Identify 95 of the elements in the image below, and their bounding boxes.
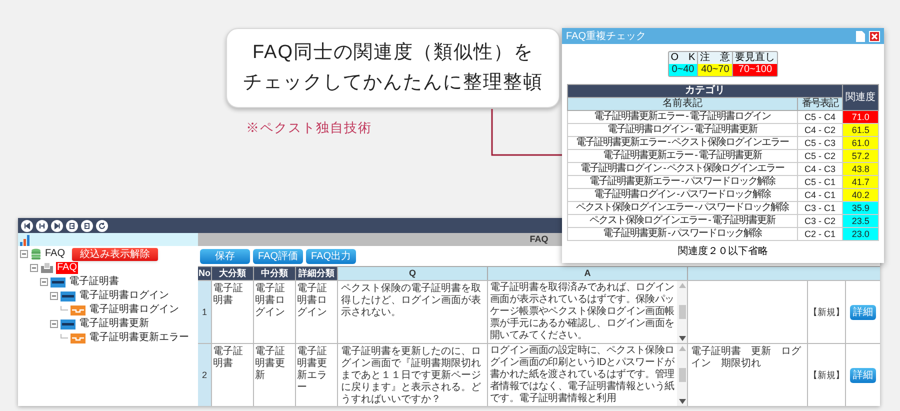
legend-label: 注 意 bbox=[699, 52, 732, 64]
table-cell: 電子証明書更新エラー - ペクスト保険ログインエラー bbox=[568, 136, 798, 150]
bar-chart-icon[interactable] bbox=[20, 235, 30, 246]
table-cell: 電子証明書ログイン bbox=[254, 281, 296, 343]
refresh-icon[interactable] bbox=[96, 220, 108, 232]
document-icon bbox=[70, 304, 86, 316]
table-cell: ペクスト保険ログインエラー - 電子証明書更新 bbox=[568, 214, 798, 228]
collapse-icon[interactable] bbox=[40, 278, 48, 286]
column-header: 大分類 bbox=[212, 267, 254, 280]
document-icon bbox=[70, 332, 86, 344]
table-cell: 電子証明書更新エラー - 電子証明書ログイン bbox=[568, 110, 798, 124]
table-cell: ペクスト保険の電子証明書を取得したけど、ログイン画面が表示されない。 bbox=[338, 281, 488, 343]
toolbar-button[interactable]: FAQ評価 bbox=[253, 248, 303, 264]
tree-item[interactable]: 電子証明書 bbox=[68, 276, 120, 288]
callout-text: チェックしてかんたんに整理整頓 bbox=[243, 71, 543, 95]
collapse-icon[interactable] bbox=[50, 292, 58, 300]
score-cell: 35.9 bbox=[842, 202, 878, 214]
table-cell: 電子証明書ログイン bbox=[296, 281, 338, 343]
note-text: ※ペクスト独自技術 bbox=[246, 119, 372, 137]
tray-icon bbox=[40, 262, 54, 274]
legend-label: O K bbox=[670, 52, 696, 64]
table-cell: C2 - C1 bbox=[797, 228, 843, 240]
table-cell: 電子証明書ログイン - ペクスト保険ログインエラー bbox=[568, 162, 798, 176]
next-icon[interactable] bbox=[51, 220, 63, 232]
panel-title: FAQ bbox=[530, 232, 548, 246]
prev-icon[interactable] bbox=[36, 220, 48, 232]
table-cell: ペクスト保険ログインエラー - パスワードロック解除 bbox=[568, 202, 798, 214]
table-cell: 電子証明書 bbox=[212, 344, 254, 406]
collapse-icon[interactable] bbox=[50, 320, 58, 328]
score-cell: 23.0 bbox=[842, 228, 878, 240]
tree-item[interactable]: FAQ bbox=[44, 248, 66, 260]
table-cell: 電子証明書を更新したのに、ログイン画面で『証明書期限切れまであと１１日です更新ページに戻ります』と表示される。どうすればいいですか？ bbox=[338, 344, 488, 406]
scroll-down-icon[interactable] bbox=[678, 399, 686, 404]
score-cell: 40.2 bbox=[842, 188, 878, 202]
legend-range: 70~100 bbox=[733, 64, 778, 76]
column-header: Q bbox=[338, 267, 488, 280]
collapse-icon[interactable] bbox=[30, 264, 38, 272]
table-cell: 電子証明書ログイン - パスワードロック解除 bbox=[568, 188, 798, 202]
table-cell: 電子証明書更新 - パスワードロック解除 bbox=[568, 228, 798, 240]
score-cell: 57.2 bbox=[842, 150, 878, 162]
keywords-cell: 電子証明書 更新 ログイン 期限切れ bbox=[688, 344, 808, 406]
group-header: カテゴリ bbox=[568, 84, 843, 98]
column-header: 関連度 bbox=[842, 84, 878, 110]
tree-item[interactable]: 電子証明書更新エラー bbox=[88, 332, 190, 344]
score-cell: 71.0 bbox=[842, 110, 878, 124]
score-cell: 61.5 bbox=[842, 124, 878, 136]
tree-item[interactable]: 電子証明書ログイン bbox=[78, 290, 170, 302]
row-number: 1 bbox=[198, 281, 212, 343]
column-header: 中分類 bbox=[254, 267, 296, 280]
column-header: 詳細分類 bbox=[296, 267, 338, 280]
legend-label: 要見直し bbox=[734, 52, 776, 64]
database-icon bbox=[30, 248, 42, 260]
tree-item[interactable]: FAQ bbox=[56, 262, 78, 274]
answer-text: 電子証明書を取得済みであれば、ログイン画面が表示されているはずです。保険パッケージ帳票やペクスト保険ログイン画面帳票が手元にあるか確認し、ログイン画面を開いてみてください。 bbox=[489, 281, 676, 343]
first-icon[interactable] bbox=[21, 220, 33, 232]
toolbar-button[interactable]: FAQ出力 bbox=[306, 248, 356, 264]
callout-text: FAQ同士の関連度（類似性）を bbox=[252, 41, 534, 65]
tree-item[interactable]: 電子証明書更新 bbox=[78, 318, 150, 330]
detail-button[interactable]: 詳細 bbox=[850, 304, 876, 320]
folder-icon bbox=[60, 318, 76, 330]
column-header: A bbox=[488, 267, 688, 280]
scrollbar[interactable] bbox=[677, 344, 687, 406]
row-number: 2 bbox=[198, 344, 212, 406]
column-header: 名前表記 bbox=[568, 98, 798, 110]
score-cell: 61.0 bbox=[842, 136, 878, 150]
folder-icon bbox=[60, 290, 76, 302]
tree-item[interactable]: 電子証明書ログイン bbox=[88, 304, 180, 316]
table-cell: 電子証明書ログイン - 電子証明書更新 bbox=[568, 124, 798, 136]
score-cell: 41.7 bbox=[842, 176, 878, 188]
table-cell: 電子証明書更新 bbox=[254, 344, 296, 406]
table-cell: 電子証明書 bbox=[212, 281, 254, 343]
score-cell: 23.5 bbox=[842, 214, 878, 228]
collapse-icon[interactable] bbox=[20, 250, 28, 258]
footer-note: 関連度２０以下省略 bbox=[677, 246, 769, 258]
scroll-thumb[interactable] bbox=[678, 368, 686, 382]
scroll-thumb[interactable] bbox=[678, 305, 686, 319]
scroll-down-icon[interactable] bbox=[678, 336, 686, 341]
legend-range: 0~40 bbox=[668, 64, 698, 76]
folder-icon bbox=[50, 276, 66, 288]
detail-button[interactable]: 詳細 bbox=[850, 368, 876, 382]
table-cell: 電子証明書更新エラー - パスワードロック解除 bbox=[568, 176, 798, 188]
answer-text: ログイン画面の設定時に、ペクスト保険ログイン画面の印刷というIDとパスワードが書かれた紙を渡されているはずです。管理者情報ではなく、電子証明書情報という紙です。電子証明書情報と利用 bbox=[489, 344, 676, 406]
status-cell: 【新規】 bbox=[808, 281, 846, 343]
legend-range: 40~70 bbox=[698, 64, 732, 76]
column-header: No bbox=[198, 267, 212, 280]
table-cell: 電子証明書更新エラー bbox=[296, 344, 338, 406]
status-cell: 【新規】 bbox=[808, 344, 846, 406]
table-cell: 電子証明書更新エラー - 電子証明書更新 bbox=[568, 150, 798, 162]
close-button[interactable] bbox=[869, 30, 880, 42]
dialog-title: FAQ重複チェック bbox=[566, 30, 648, 44]
scrollbar[interactable] bbox=[677, 281, 687, 343]
toolbar-button[interactable]: 保存 bbox=[200, 248, 250, 264]
clear-filter-button[interactable]: 絞込み表示解除 bbox=[72, 248, 158, 260]
leader-line bbox=[491, 109, 563, 157]
score-cell: 43.8 bbox=[842, 162, 878, 176]
